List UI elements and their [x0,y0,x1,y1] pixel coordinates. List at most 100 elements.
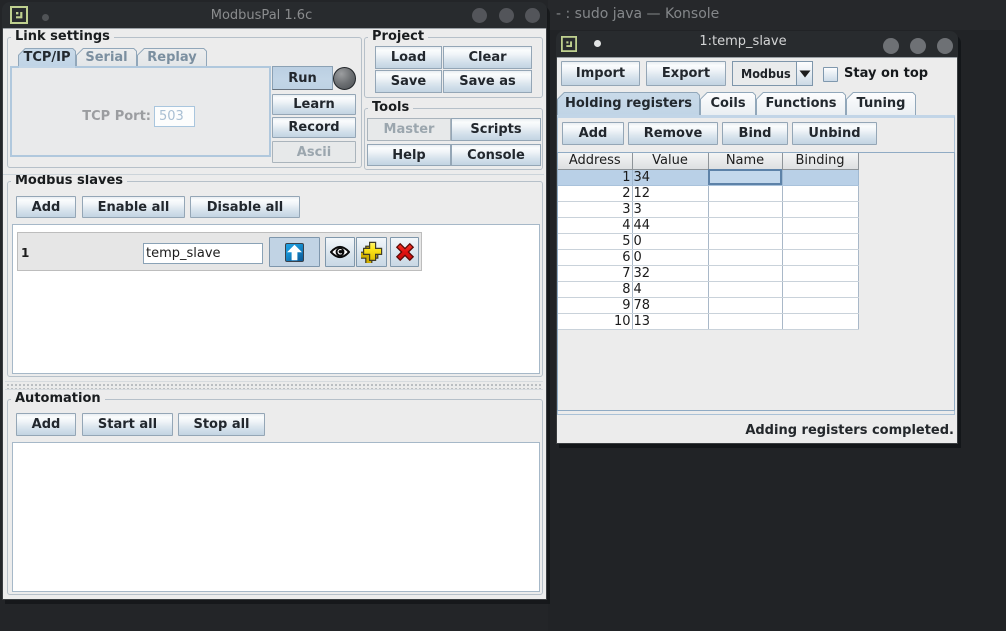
learn-button[interactable]: Learn [272,94,356,115]
cell-name[interactable] [708,313,782,329]
run-button[interactable]: Run [272,66,333,90]
tab-tuning[interactable]: Tuning [846,92,916,115]
slave-view-button[interactable] [325,237,355,267]
export-button[interactable]: Export [646,61,726,86]
cell-address[interactable]: 9 [558,297,632,313]
slave-add-button[interactable]: Add [16,196,76,218]
register-remove-button[interactable]: Remove [628,122,718,145]
help-button[interactable]: Help [367,144,451,166]
cell-value[interactable]: 44 [632,217,708,233]
cell-binding[interactable] [782,297,858,313]
cell-binding[interactable] [782,265,858,281]
slave-name-field[interactable]: temp_slave [143,243,263,264]
master-button[interactable]: Master [367,118,451,141]
cell-value[interactable]: 13 [632,313,708,329]
cell-binding[interactable] [782,313,858,329]
import-button[interactable]: Import [561,61,640,86]
register-row[interactable]: 978 [558,297,858,313]
tcp-port-field[interactable]: 503 [154,106,195,127]
register-add-button[interactable]: Add [562,122,624,145]
cell-value[interactable]: 12 [632,185,708,201]
ascii-button[interactable]: Ascii [272,141,356,163]
register-row[interactable]: 732 [558,265,858,281]
column-header-binding[interactable]: Binding [782,153,858,169]
cell-address[interactable]: 4 [558,217,632,233]
register-row[interactable]: 134 [558,169,858,185]
slave-dialog-titlebar[interactable]: 1:temp_slave [556,31,958,57]
clear-button[interactable]: Clear [443,46,532,69]
slave-duplicate-button[interactable] [356,237,387,267]
cell-address[interactable]: 7 [558,265,632,281]
register-row[interactable]: 84 [558,281,858,297]
console-button[interactable]: Console [451,144,541,166]
cell-name[interactable] [708,185,782,201]
cell-binding[interactable] [782,185,858,201]
cell-binding[interactable] [782,281,858,297]
cell-name[interactable] [708,281,782,297]
dialog-close-button[interactable] [937,38,953,54]
cell-value[interactable]: 4 [632,281,708,297]
cell-address[interactable]: 5 [558,233,632,249]
cell-address[interactable]: 6 [558,249,632,265]
cell-value[interactable]: 32 [632,265,708,281]
cell-value[interactable]: 34 [632,169,708,185]
cell-address[interactable]: 1 [558,169,632,185]
cell-address[interactable]: 10 [558,313,632,329]
register-row[interactable]: 444 [558,217,858,233]
cell-binding[interactable] [782,201,858,217]
slave-enabled-toggle-button[interactable] [269,237,320,267]
enable-all-button[interactable]: Enable all [82,196,185,218]
combo-dropdown-button[interactable] [796,62,812,85]
close-button[interactable] [525,8,540,23]
register-unbind-button[interactable]: Unbind [792,122,877,145]
scripts-button[interactable]: Scripts [451,118,541,141]
stop-all-button[interactable]: Stop all [178,413,265,436]
cell-binding[interactable] [782,169,858,185]
cell-name[interactable] [708,249,782,265]
cell-name[interactable] [708,233,782,249]
cell-name[interactable] [708,217,782,233]
column-header-name[interactable]: Name [708,153,782,169]
cell-name[interactable] [708,265,782,281]
automation-add-button[interactable]: Add [16,413,76,436]
column-header-value[interactable]: Value [632,153,708,169]
register-row[interactable]: 60 [558,249,858,265]
cell-name[interactable] [708,297,782,313]
cell-value[interactable]: 78 [632,297,708,313]
modbus-mode-combobox[interactable]: Modbus [732,61,813,86]
tab-tcpip[interactable]: TCP/IP [18,48,76,66]
modbuspal-titlebar[interactable]: ModbusPal 1.6c [2,2,547,28]
minimize-button[interactable] [472,8,487,23]
save-as-button[interactable]: Save as [443,70,532,93]
splitpane-divider[interactable] [5,381,543,390]
tab-serial[interactable]: Serial [76,48,137,66]
save-button[interactable]: Save [375,70,442,93]
cell-address[interactable]: 8 [558,281,632,297]
tab-coils[interactable]: Coils [700,92,756,115]
column-header-address[interactable]: Address [558,153,632,169]
register-row[interactable]: 1013 [558,313,858,329]
maximize-button[interactable] [499,8,514,23]
stay-on-top-checkbox[interactable] [823,67,838,82]
cell-value[interactable]: 3 [632,201,708,217]
cell-binding[interactable] [782,233,858,249]
tab-replay[interactable]: Replay [137,48,207,66]
cell-address[interactable]: 2 [558,185,632,201]
register-row[interactable]: 50 [558,233,858,249]
dialog-minimize-button[interactable] [883,38,899,54]
cell-name[interactable] [708,201,782,217]
register-row[interactable]: 212 [558,185,858,201]
dialog-maximize-button[interactable] [910,38,926,54]
konsole-titlebar[interactable]: - : sudo java — Konsole [548,0,1006,30]
cell-address[interactable]: 3 [558,201,632,217]
disable-all-button[interactable]: Disable all [190,196,300,218]
cell-value[interactable]: 0 [632,233,708,249]
register-row[interactable]: 33 [558,201,858,217]
register-bind-button[interactable]: Bind [722,122,788,145]
cell-value[interactable]: 0 [632,249,708,265]
record-button[interactable]: Record [272,117,356,138]
tab-functions[interactable]: Functions [756,92,846,115]
cell-binding[interactable] [782,217,858,233]
tab-holding-registers[interactable]: Holding registers [557,92,700,115]
cell-binding[interactable] [782,249,858,265]
